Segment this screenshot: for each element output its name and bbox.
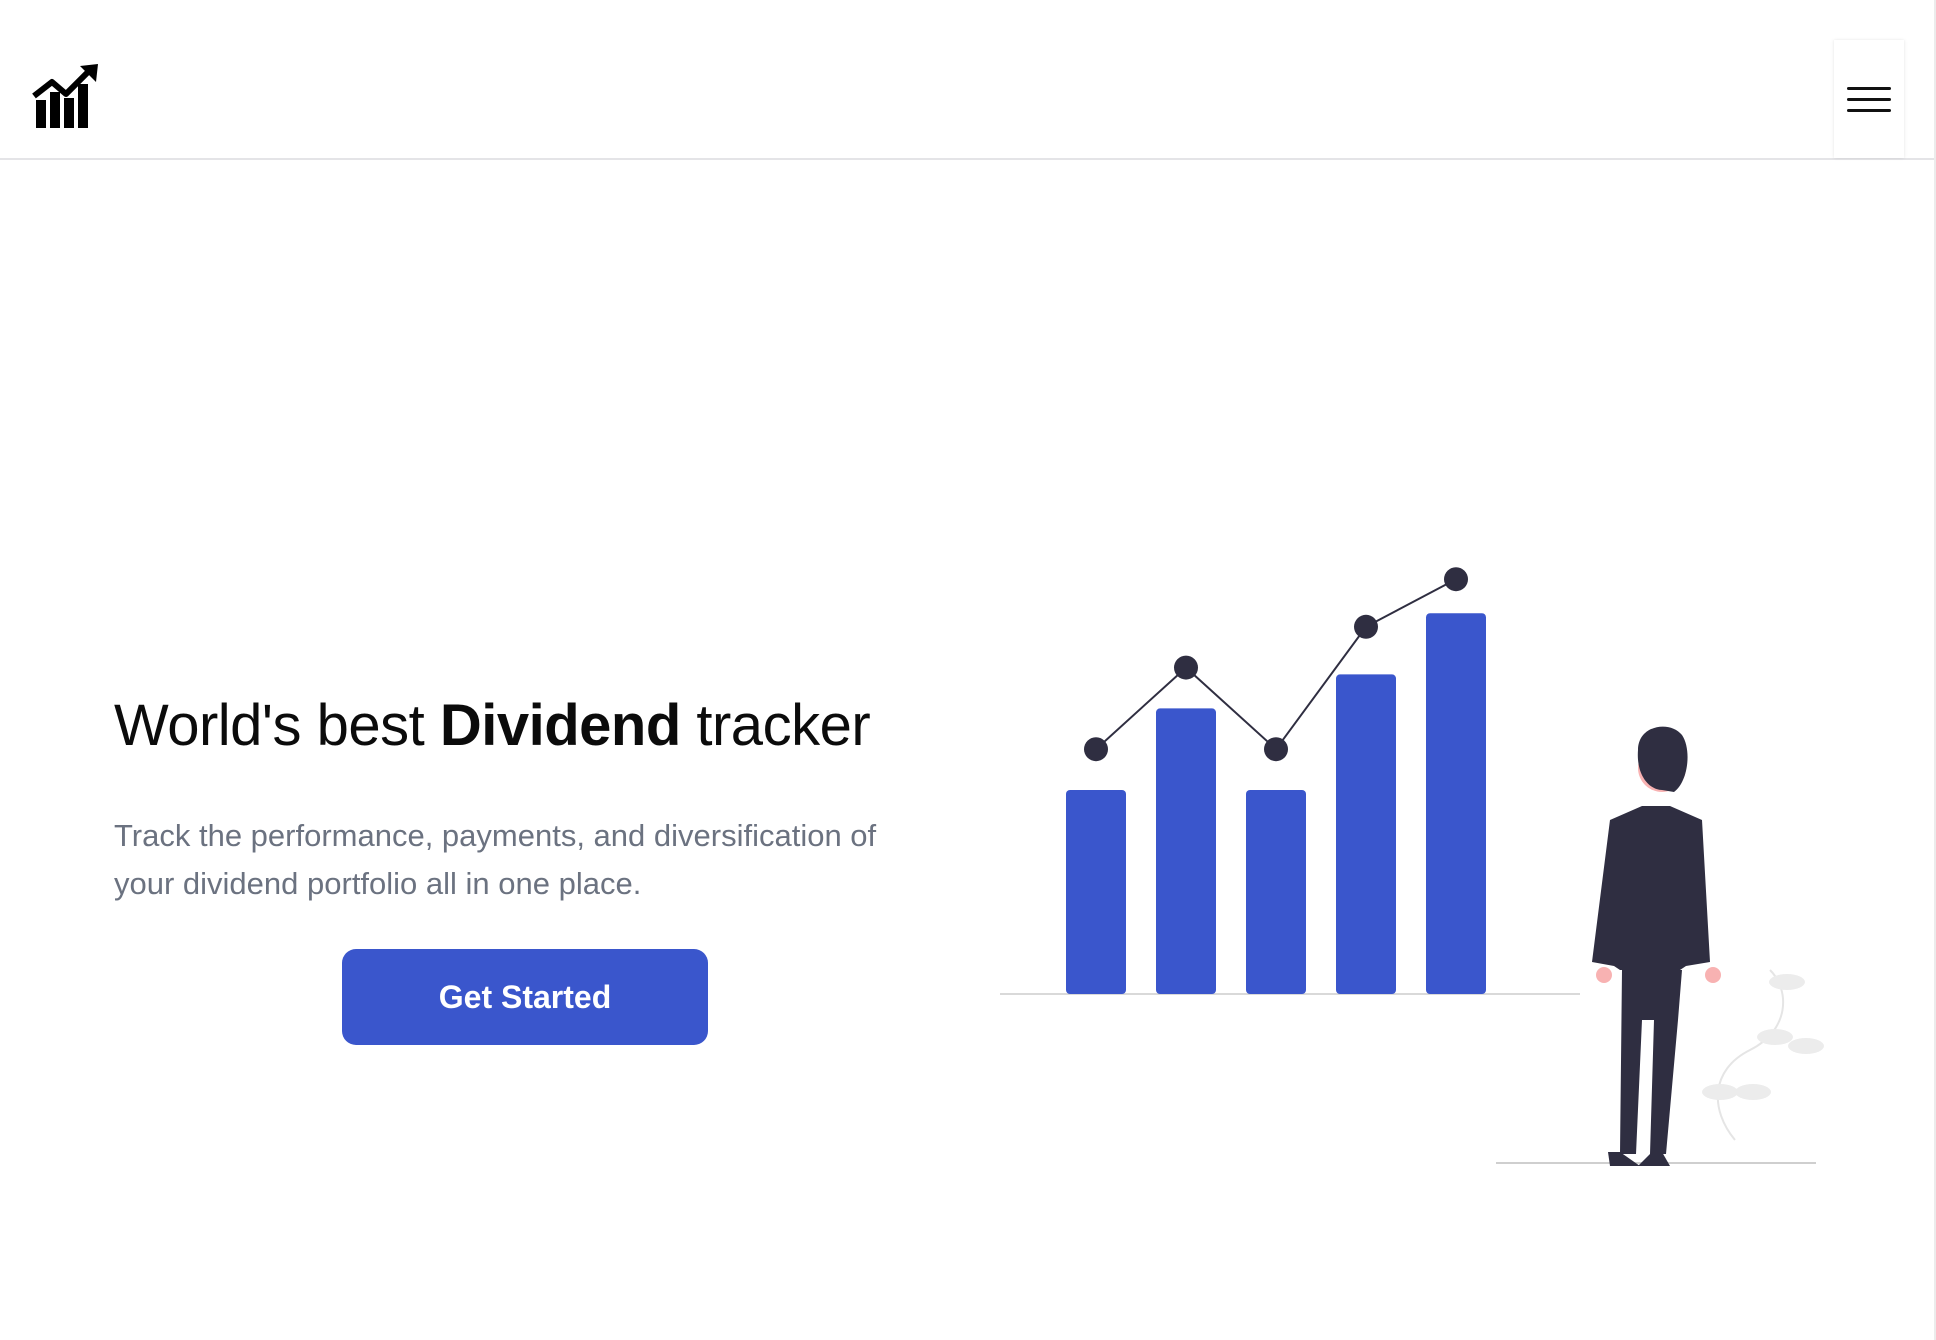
illustration-point <box>1354 614 1378 639</box>
illustration-point <box>1084 737 1108 762</box>
logo-chart-icon[interactable] <box>32 62 100 130</box>
get-started-button[interactable]: Get Started <box>342 949 708 1045</box>
illustration-bar <box>1066 790 1126 994</box>
illustration-bar <box>1426 613 1486 994</box>
hero-title-post: tracker <box>680 693 871 758</box>
navbar <box>0 0 1936 160</box>
hero-subtitle: Track the performance, payments, and div… <box>114 812 944 908</box>
illustration-point <box>1174 655 1198 680</box>
illustration-trend-line <box>1084 567 1468 762</box>
illustration-point <box>1264 737 1288 762</box>
illustration-bar <box>1156 708 1216 994</box>
illustration-bars <box>1066 613 1486 994</box>
hamburger-menu-icon <box>1847 79 1891 120</box>
illustration-point <box>1444 567 1468 592</box>
illustration-line <box>1095 578 1457 751</box>
illustration-bar <box>1336 674 1396 994</box>
illustration-bar <box>1246 790 1306 994</box>
menu-button[interactable] <box>1834 40 1904 158</box>
hero-title-bold: Dividend <box>439 693 681 758</box>
hero-title: World's best Dividend tracker <box>114 692 871 759</box>
hero-subtitle-line1: Track the performance, payments, and div… <box>114 818 877 853</box>
plant-illustration <box>1702 969 1824 1141</box>
person-illustration <box>1592 726 1721 1166</box>
hero-title-pre: World's best <box>114 693 440 758</box>
hero-illustration <box>1000 567 1824 1166</box>
hero-subtitle-line2: your dividend portfolio all in one place… <box>114 866 642 901</box>
